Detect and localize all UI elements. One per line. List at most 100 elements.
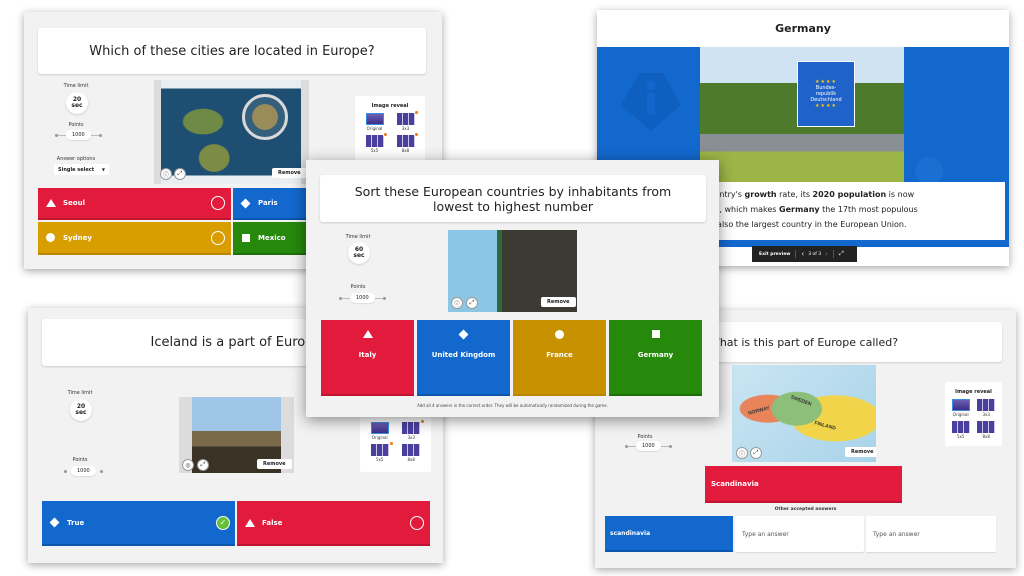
- image-info-icon[interactable]: ⓘ: [160, 168, 172, 180]
- points-selector[interactable]: 1000: [55, 130, 102, 140]
- correct-toggle[interactable]: [410, 515, 424, 530]
- text-run-bold: growth: [744, 190, 777, 199]
- answer-options-label: Answer options: [56, 156, 96, 162]
- germany-border-photo: ★★★★ Bundes- republik Deutschland ★★★★: [700, 47, 904, 192]
- reveal-thumb: [402, 444, 421, 456]
- image-info-icon[interactable]: ◎: [182, 459, 194, 471]
- question-text: What is this part of Europe called?: [708, 335, 899, 349]
- collage-stage: Which of these cities are located in Eur…: [0, 0, 1024, 576]
- image-edit-icon[interactable]: ⤢: [174, 168, 186, 180]
- accepted-answer-field-1[interactable]: scandinavia: [605, 516, 733, 552]
- time-limit-selector[interactable]: 20 sec: [66, 92, 88, 114]
- reveal-option-original[interactable]: Original: [950, 399, 972, 417]
- premium-badge-icon: [414, 110, 419, 115]
- correct-toggle[interactable]: [211, 230, 225, 245]
- question-image: ⓘ ⤢ Remove: [154, 80, 309, 184]
- reveal-thumb: [365, 113, 384, 125]
- question-title[interactable]: Sort these European countries by inhabit…: [320, 175, 706, 222]
- previous-slide-icon[interactable]: ‹: [801, 250, 804, 258]
- reveal-option-label: Original: [952, 412, 969, 417]
- next-slide-icon[interactable]: ›: [825, 250, 828, 258]
- reveal-option-3x3[interactable]: 3x3: [400, 419, 425, 440]
- reveal-option-3x3[interactable]: 3x3: [394, 110, 419, 131]
- image-reveal-panel: Image reveal Original 3x3 5x5 8x8: [945, 382, 1002, 446]
- time-limit-label: Time limit: [63, 83, 89, 89]
- slide-body-text: country's growth rate, its 2020 populati…: [705, 182, 1005, 240]
- time-limit-selector[interactable]: 60 sec: [348, 242, 370, 264]
- points-increase[interactable]: [382, 296, 386, 300]
- answer-option-false[interactable]: False: [237, 501, 430, 546]
- reveal-option-8x8[interactable]: 8x8: [976, 421, 998, 439]
- puzzle-card-population: Sort these European countries by inhabit…: [306, 160, 719, 417]
- reveal-option-original[interactable]: Original: [363, 113, 386, 131]
- points-label: Points: [72, 457, 88, 463]
- reveal-option-label: 5x5: [370, 148, 379, 153]
- premium-badge-icon: [388, 441, 394, 446]
- image-info-icon[interactable]: ⓘ: [736, 447, 748, 459]
- reveal-option-5x5[interactable]: 5x5: [950, 421, 972, 439]
- image-edit-icon[interactable]: ⤢: [750, 447, 762, 459]
- answer-options-select[interactable]: Single select ▼: [54, 164, 109, 175]
- premium-badge-icon: [383, 132, 388, 137]
- reveal-option-3x3[interactable]: 3x3: [976, 399, 998, 417]
- accepted-answer-field-2[interactable]: Type an answer: [735, 516, 864, 552]
- question-image: ◎ ⤢ Remove: [179, 397, 294, 473]
- points-selector[interactable]: 1000: [339, 293, 386, 303]
- reveal-option-8x8[interactable]: 8x8: [400, 444, 424, 462]
- question-title[interactable]: Which of these cities are located in Eur…: [38, 28, 426, 74]
- slide-counter: 3 of 3: [808, 251, 822, 257]
- time-limit-selector[interactable]: 20 sec: [70, 399, 92, 421]
- answer-text: Sydney: [63, 233, 92, 242]
- main-answer-field[interactable]: Scandinavia: [705, 466, 902, 503]
- remove-image-button[interactable]: Remove: [845, 447, 876, 457]
- correct-toggle[interactable]: [211, 196, 225, 210]
- reveal-thumb: [977, 399, 996, 411]
- puzzle-answer-4[interactable]: Germany: [609, 320, 702, 396]
- points-selector[interactable]: 1000: [625, 441, 672, 451]
- text-run: t's also the largest country in the Euro…: [705, 220, 907, 229]
- triangle-icon: [362, 329, 373, 339]
- question-text: Sort these European countries by inhabit…: [354, 183, 672, 214]
- answer-option-true[interactable]: True ✓: [42, 501, 235, 546]
- square-icon: [651, 329, 660, 339]
- points-selector[interactable]: 1000: [64, 466, 103, 476]
- time-limit-label: Time limit: [345, 234, 371, 240]
- image-edit-icon[interactable]: ⤢: [466, 297, 478, 309]
- accepted-answer-field-3[interactable]: Type an answer: [866, 516, 996, 552]
- reveal-thumb: [977, 421, 996, 433]
- answer-text: Scandinavia: [711, 479, 759, 488]
- exit-preview-button[interactable]: Exit preview: [759, 252, 790, 257]
- text-run: is now: [886, 190, 915, 199]
- image-info-icon[interactable]: ⓘ: [451, 297, 463, 309]
- points-increase[interactable]: [99, 469, 103, 473]
- points-value: 1000: [350, 293, 375, 303]
- reveal-option-5x5[interactable]: 5x5: [363, 132, 388, 153]
- puzzle-answer-1[interactable]: Italy: [321, 320, 414, 396]
- answer-option-3[interactable]: Sydney: [38, 222, 231, 255]
- reveal-option-5x5[interactable]: 5x5: [368, 441, 394, 462]
- remove-image-button[interactable]: Remove: [541, 297, 576, 307]
- triangle-icon: [45, 199, 56, 208]
- square-icon: [241, 233, 250, 242]
- points-track: [660, 445, 669, 447]
- reveal-option-original[interactable]: Original: [368, 422, 392, 440]
- remove-image-button[interactable]: Remove: [272, 168, 307, 178]
- puzzle-answer-3[interactable]: France: [513, 320, 606, 396]
- time-limit-label: Time limit: [67, 390, 93, 396]
- teacher-map-photo: ⓘ ⤢ Remove: [448, 230, 577, 312]
- reveal-option-label: 8x8: [401, 148, 410, 153]
- reveal-option-8x8[interactable]: 8x8: [394, 132, 419, 153]
- points-track: [58, 134, 66, 136]
- points-increase[interactable]: [98, 133, 102, 137]
- answer-option-1[interactable]: Seoul: [38, 188, 231, 220]
- points-increase[interactable]: [668, 444, 672, 448]
- correct-check-icon[interactable]: ✓: [216, 515, 230, 530]
- puzzle-answer-2[interactable]: United Kingdom: [417, 320, 510, 396]
- remove-image-button[interactable]: Remove: [257, 459, 292, 469]
- image-edit-icon[interactable]: ⤢: [197, 459, 209, 471]
- points-track: [628, 445, 636, 447]
- reveal-thumb: [365, 135, 384, 147]
- question-text: Which of these cities are located in Eur…: [89, 43, 375, 59]
- fullscreen-icon[interactable]: ⤢: [839, 250, 844, 258]
- reveal-thumb: [402, 422, 421, 434]
